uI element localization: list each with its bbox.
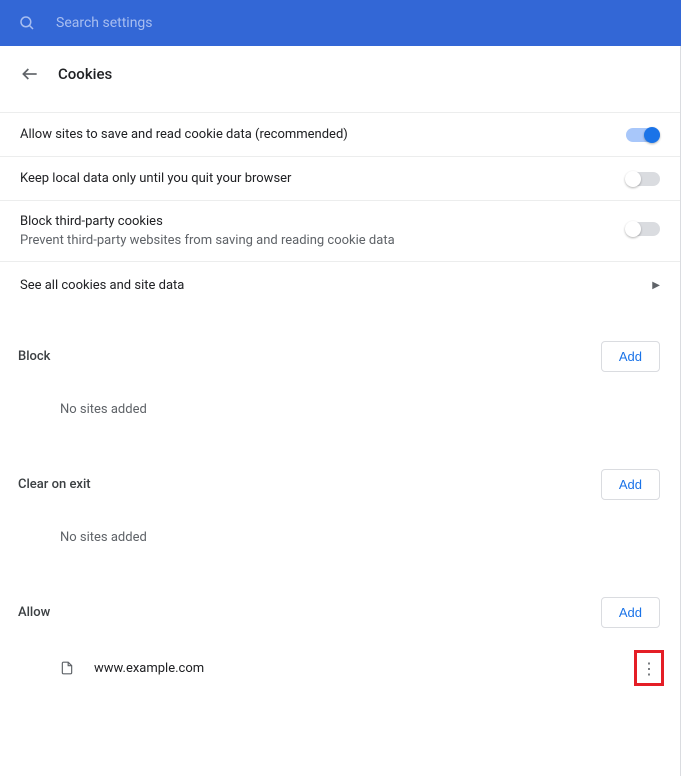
- add-allow-button[interactable]: Add: [601, 597, 660, 628]
- section-clear-header: Clear on exit Add: [0, 455, 680, 508]
- section-title: Clear on exit: [18, 477, 91, 492]
- search-icon: [18, 14, 36, 32]
- page-title: Cookies: [58, 65, 112, 83]
- page-header: Cookies: [0, 46, 680, 112]
- setting-label: Block third-party cookies: [20, 214, 395, 229]
- toggle-block-third[interactable]: [626, 222, 660, 236]
- setting-sublabel: Prevent third-party websites from saving…: [20, 233, 395, 248]
- chevron-right-icon: ▶: [652, 280, 660, 291]
- section-title: Allow: [18, 605, 50, 620]
- see-all-cookies-link[interactable]: See all cookies and site data ▶: [0, 262, 680, 309]
- setting-label: Keep local data only until you quit your…: [20, 171, 291, 186]
- setting-allow-cookies[interactable]: Allow sites to save and read cookie data…: [0, 112, 680, 157]
- section-allow-header: Allow Add: [0, 583, 680, 636]
- allow-site-row: www.example.com ⋮: [0, 636, 680, 700]
- search-placeholder: Search settings: [56, 15, 153, 31]
- setting-label: Allow sites to save and read cookie data…: [20, 127, 348, 142]
- more-vert-icon: ⋮: [641, 667, 657, 670]
- site-name: www.example.com: [94, 661, 614, 676]
- link-label: See all cookies and site data: [20, 278, 184, 293]
- section-block-header: Block Add: [0, 327, 680, 380]
- file-icon: [60, 660, 74, 676]
- search-bar[interactable]: Search settings: [0, 0, 681, 46]
- clear-empty: No sites added: [0, 508, 680, 557]
- add-clear-button[interactable]: Add: [601, 469, 660, 500]
- add-block-button[interactable]: Add: [601, 341, 660, 372]
- setting-keep-until-quit[interactable]: Keep local data only until you quit your…: [0, 157, 680, 201]
- setting-block-third-party[interactable]: Block third-party cookies Prevent third-…: [0, 201, 680, 262]
- toggle-allow-cookies[interactable]: [626, 128, 660, 142]
- section-title: Block: [18, 349, 50, 364]
- toggle-keep-until-quit[interactable]: [626, 172, 660, 186]
- back-icon[interactable]: [20, 64, 40, 84]
- block-empty: No sites added: [0, 380, 680, 429]
- site-more-button[interactable]: ⋮: [634, 650, 664, 686]
